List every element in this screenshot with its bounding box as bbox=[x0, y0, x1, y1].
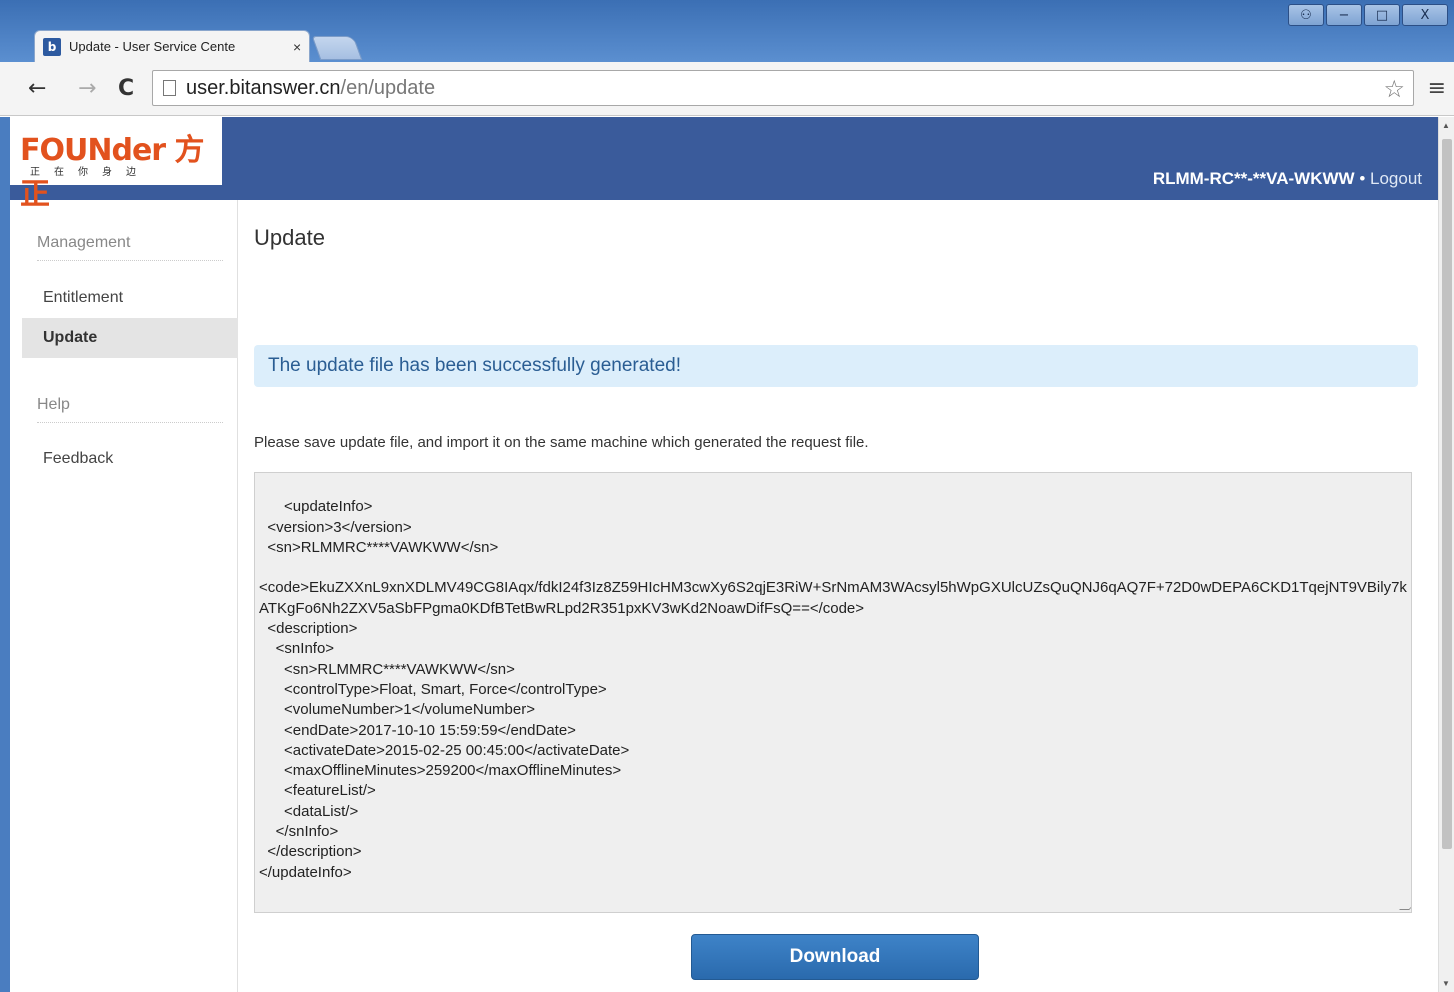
logout-link[interactable]: Logout bbox=[1370, 169, 1422, 188]
sidebar-section-help: Help bbox=[37, 396, 223, 423]
close-window-button[interactable]: X bbox=[1402, 4, 1448, 26]
maximize-button[interactable]: □ bbox=[1364, 4, 1400, 26]
founder-logo[interactable]: FOUNder 方正 正在你身边 bbox=[10, 117, 222, 212]
browser-menu-icon[interactable]: ≡ bbox=[1428, 76, 1446, 101]
url-host: user.bitanswer.cn bbox=[186, 76, 341, 99]
new-tab-button[interactable] bbox=[311, 36, 363, 60]
page-scrollbar[interactable]: ▲ ▼ bbox=[1438, 117, 1454, 992]
scroll-down-arrow-icon[interactable]: ▼ bbox=[1442, 979, 1450, 988]
page-icon bbox=[163, 80, 176, 96]
scrollbar-thumb[interactable] bbox=[1442, 139, 1452, 849]
sidebar: Management Entitlement Update Help Feedb… bbox=[10, 200, 238, 992]
address-bar[interactable]: user.bitanswer.cn/en/update ☆ bbox=[152, 70, 1414, 106]
user-serial: RLMM-RC**-**VA-WKWW bbox=[1152, 169, 1355, 188]
site-favicon-icon: b bbox=[43, 37, 61, 56]
minimize-button[interactable]: − bbox=[1326, 4, 1362, 26]
page-viewport: FOUNder 方正 正在你身边 RLMM-RC**-**VA-WKWW • L… bbox=[10, 117, 1438, 992]
forward-arrow-icon[interactable]: → bbox=[78, 76, 96, 101]
resize-grip-icon[interactable] bbox=[1399, 900, 1411, 910]
back-arrow-icon[interactable]: ← bbox=[28, 76, 46, 101]
sidebar-item-feedback[interactable]: Feedback bbox=[22, 439, 238, 479]
bookmark-star-icon[interactable]: ☆ bbox=[1383, 75, 1405, 104]
browser-tab-active[interactable]: b Update - User Service Cente × bbox=[34, 30, 310, 62]
sidebar-item-entitlement[interactable]: Entitlement bbox=[22, 278, 238, 318]
window-border bbox=[0, 117, 10, 992]
download-button[interactable]: Download bbox=[691, 934, 979, 980]
browser-toolbar: ← → C user.bitanswer.cn/en/update ☆ ≡ bbox=[0, 62, 1454, 116]
sidebar-section-management: Management bbox=[37, 234, 223, 261]
logo-tagline: 正在你身边 bbox=[30, 167, 150, 178]
instruction-text: Please save update file, and import it o… bbox=[254, 434, 869, 451]
sidebar-item-update[interactable]: Update bbox=[22, 318, 238, 358]
close-tab-icon[interactable]: × bbox=[293, 39, 301, 55]
window-controls: ⚇ − □ X bbox=[1288, 4, 1448, 26]
page-title: Update bbox=[254, 225, 325, 250]
browser-titlebar: ⚇ − □ X b Update - User Service Cente × bbox=[0, 0, 1454, 62]
reload-icon[interactable]: C bbox=[118, 76, 134, 101]
user-area: RLMM-RC**-**VA-WKWW • Logout bbox=[1153, 169, 1422, 189]
update-file-textarea[interactable]: <updateInfo> <version>3</version> <sn>RL… bbox=[254, 472, 1412, 913]
tab-title: Update - User Service Cente bbox=[69, 39, 236, 54]
url-path: /en/update bbox=[340, 76, 436, 99]
user-profile-icon[interactable]: ⚇ bbox=[1288, 4, 1324, 26]
user-separator: • bbox=[1354, 169, 1370, 188]
success-alert: The update file has been successfully ge… bbox=[254, 345, 1418, 387]
scroll-up-arrow-icon[interactable]: ▲ bbox=[1442, 121, 1450, 130]
site-header: FOUNder 方正 正在你身边 RLMM-RC**-**VA-WKWW • L… bbox=[10, 117, 1438, 212]
update-file-content: <updateInfo> <version>3</version> <sn>RL… bbox=[259, 498, 1407, 881]
